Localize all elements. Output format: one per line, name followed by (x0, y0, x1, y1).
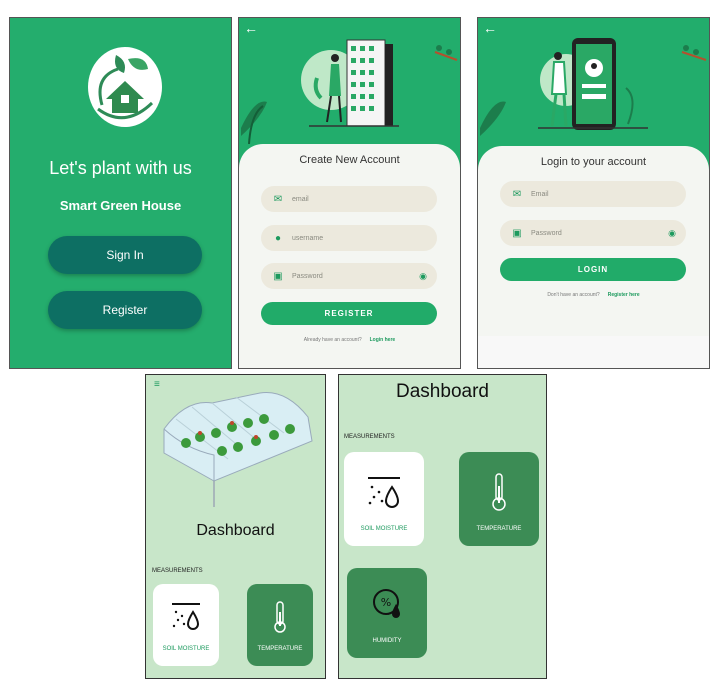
username-field[interactable]: ● username (261, 225, 437, 251)
temperature-label: TEMPERATURE (476, 526, 522, 532)
svg-text:%: % (381, 596, 391, 609)
create-account-screen: ← Create New Account ✉ email ● username … (238, 17, 461, 369)
greenhouse-image (163, 392, 313, 507)
dashboard-title: Dashboard (396, 381, 489, 402)
register-link[interactable]: Register here (608, 292, 640, 298)
temperature-label: TEMPERATURE (257, 646, 303, 652)
login-card: Login to your account ✉ Email ▣ Password… (478, 146, 709, 368)
login-card-base (478, 336, 709, 368)
app-name: Smart Green House (59, 198, 182, 213)
signup-card: Create New Account ✉ email ● username ▣ … (239, 144, 460, 368)
password-field[interactable]: ▣ Password ◉ (500, 220, 686, 246)
soil-moisture-label: SOIL MOISTURE (360, 526, 408, 532)
humidity-label: HUMIDITY (372, 638, 402, 644)
login-footer: Don't have an account? Register here (478, 292, 709, 298)
soil-moisture-icon (368, 477, 400, 508)
login-screen: ← Login to your account ✉ Email ▣ Passwo… (477, 17, 710, 369)
eye-icon[interactable]: ◉ (668, 228, 676, 239)
lock-icon: ▣ (512, 227, 522, 239)
email-field[interactable]: ✉ email (261, 186, 437, 212)
signup-illustration (241, 39, 458, 144)
thermometer-icon (492, 473, 506, 511)
signup-footer: Already have an account? Login here (239, 337, 460, 343)
password-field[interactable]: ▣ Password ◉ (261, 263, 437, 289)
temperature-tile[interactable]: TEMPERATURE (247, 584, 313, 666)
register-button[interactable]: Register (48, 291, 202, 329)
email-field[interactable]: ✉ Email (500, 181, 686, 207)
humidity-tile[interactable]: % HUMIDITY (347, 568, 427, 658)
login-footer-text: Don't have an account? (547, 292, 600, 298)
register-submit-button[interactable]: REGISTER (261, 302, 437, 325)
temperature-tile[interactable]: TEMPERATURE (459, 452, 539, 546)
email-placeholder: email (292, 195, 309, 203)
welcome-screen: Let's plant with us Smart Green House Si… (9, 17, 232, 369)
login-title: Login to your account (540, 156, 647, 168)
signup-footer-text: Already have an account? (303, 337, 362, 343)
mail-icon: ✉ (273, 193, 283, 205)
soil-moisture-label: SOIL MOISTURE (162, 646, 210, 652)
signup-title: Create New Account (299, 154, 400, 166)
username-placeholder: username (292, 234, 324, 242)
dashboard-screen-small: ≡ Dashboard MEASUREMENTS SOIL MOISTURE T… (145, 374, 326, 679)
thermometer-icon (274, 601, 286, 633)
soil-moisture-tile[interactable]: SOIL MOISTURE (344, 452, 424, 546)
measurements-label: MEASUREMENTS (152, 568, 203, 574)
password-placeholder: Password (531, 229, 562, 237)
dashboard-title: Dashboard (196, 522, 275, 539)
lock-icon: ▣ (273, 270, 283, 282)
greenhouse-logo (88, 47, 162, 127)
eye-icon[interactable]: ◉ (419, 271, 427, 282)
email-placeholder: Email (531, 190, 549, 198)
measurements-label: MEASUREMENTS (344, 434, 395, 440)
password-placeholder: Password (292, 272, 323, 280)
dashboard-screen-full: Dashboard MEASUREMENTS SOIL MOISTURE TEM… (338, 374, 547, 679)
soil-moisture-icon (172, 603, 200, 630)
login-button[interactable]: LOGIN (500, 258, 686, 281)
login-link[interactable]: Login here (370, 337, 396, 343)
mail-icon: ✉ (512, 188, 522, 200)
humidity-icon: % (373, 589, 400, 618)
welcome-headline: Let's plant with us (49, 158, 192, 178)
person-icon: ● (274, 232, 282, 244)
soil-moisture-tile[interactable]: SOIL MOISTURE (153, 584, 219, 666)
sign-in-button[interactable]: Sign In (48, 236, 202, 274)
login-illustration (480, 38, 707, 136)
